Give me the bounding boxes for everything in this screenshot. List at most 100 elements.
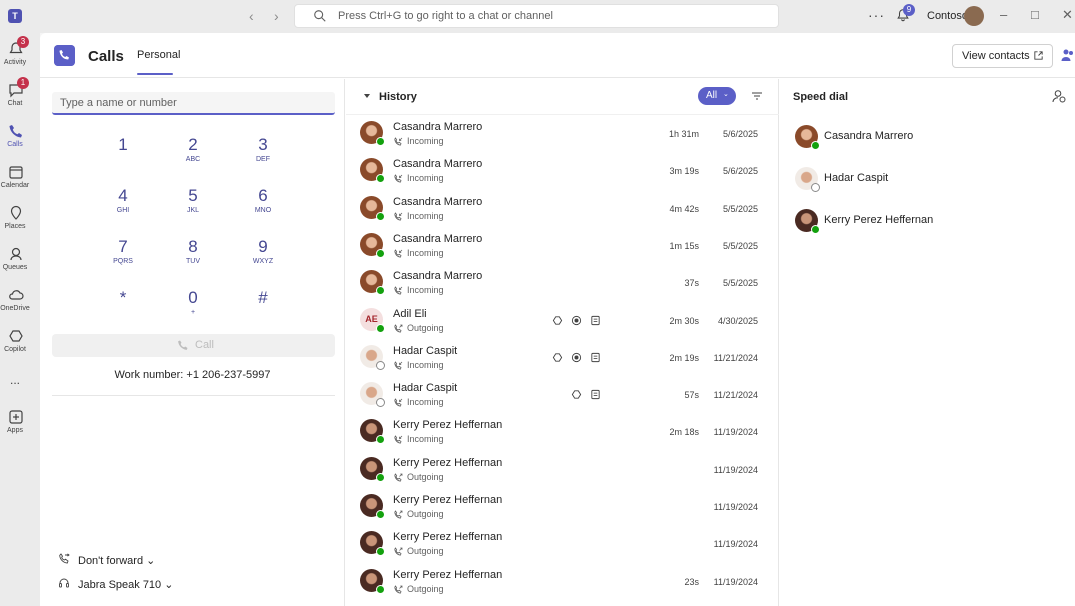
call-history-row[interactable]: Casandra Marrero Incoming 37s 5/5/2025 [346, 265, 779, 302]
call-history-row[interactable]: AE Adil Eli Outgoing 2m 30s 4/30/2025 [346, 303, 779, 340]
copilot-icon[interactable] [571, 389, 582, 400]
presence-available-icon [376, 547, 385, 557]
copilot-icon[interactable] [552, 315, 563, 326]
dial-key-6[interactable]: 6 MNO [233, 186, 293, 224]
rail-calendar[interactable]: Calendar [0, 164, 40, 204]
caller-name: Adil Eli [393, 307, 427, 320]
presence-available-icon [376, 510, 385, 519]
dial-key-2[interactable]: 2 ABC [163, 135, 223, 173]
incoming-call-icon [393, 211, 403, 221]
add-contact-icon[interactable] [1052, 89, 1066, 103]
rail-copilot[interactable]: Copilot [0, 328, 40, 368]
call-date: 5/6/2025 [722, 166, 758, 177]
key-digit: 0 [188, 288, 198, 307]
rail-label: Queues [2, 264, 28, 271]
transcript-icon[interactable] [590, 352, 601, 363]
call-history-row[interactable]: Casandra Marrero Incoming 3m 19s 5/6/2025 [346, 153, 779, 190]
speed-dial-title: Speed dial [793, 91, 849, 103]
transcript-icon[interactable] [590, 389, 601, 400]
call-history-row[interactable]: Hadar Caspit Incoming 2m 19s 11/21/2024 [346, 340, 779, 377]
filter-lines-icon[interactable] [751, 90, 763, 102]
call-button[interactable]: Call [52, 334, 335, 357]
speed-dial-name: Hadar Caspit [824, 172, 889, 184]
dial-key-5[interactable]: 5 JKL [163, 186, 223, 224]
dial-key-star[interactable]: * [93, 288, 153, 326]
copilot-icon [9, 330, 23, 342]
notification-badge: 9 [903, 4, 915, 16]
apps-icon [9, 410, 23, 424]
rail-label: Places [4, 223, 26, 230]
dial-key-3[interactable]: 3 DEF [233, 135, 293, 173]
recording-icon[interactable] [571, 352, 582, 363]
call-duration: 57s [684, 390, 699, 401]
user-avatar[interactable] [964, 6, 984, 26]
speed-dial-contact[interactable]: Kerry Perez Heffernan [780, 206, 1075, 242]
key-letters: PQRS [113, 258, 133, 265]
dial-key-8[interactable]: 8 TUV [163, 237, 223, 275]
call-forward-icon [59, 553, 70, 564]
call-history-row[interactable]: Kerry Perez Heffernan Outgoing 11/19/2024 [346, 452, 779, 489]
call-history-row[interactable]: Casandra Marrero Incoming 1m 15s 5/5/2025 [346, 228, 779, 265]
dial-key-1[interactable]: 1 [93, 135, 153, 173]
search-bar[interactable]: Press Ctrl+G to go right to a chat or ch… [294, 4, 779, 28]
caller-name: Kerry Perez Heffernan [393, 419, 503, 432]
dial-key-4[interactable]: 4 GHI [93, 186, 153, 224]
speed-dial-contact[interactable]: Hadar Caspit [780, 164, 1075, 200]
work-number: Work number: +1 206-237-5997 [114, 369, 271, 381]
call-history-row[interactable]: Kerry Perez Heffernan Outgoing 11/19/2024 [346, 489, 779, 526]
call-direction: Outgoing [407, 509, 444, 519]
app-rail: 3 Activity 1 Chat Calls Calendar Places … [0, 33, 40, 606]
rail-more[interactable]: ... [0, 373, 40, 413]
device-label: Jabra Speak 710 ⌄ [78, 579, 174, 591]
back-arrow-icon[interactable]: ‹ [249, 8, 254, 24]
presence-available-icon [811, 225, 820, 234]
speed-dial-contact[interactable]: Casandra Marrero [780, 122, 1075, 158]
org-name[interactable]: Contoso [927, 10, 968, 22]
rail-onedrive[interactable]: OneDrive [0, 287, 40, 327]
transcript-icon[interactable] [590, 315, 601, 326]
forward-value: Don't forward [78, 555, 144, 567]
dial-number-input[interactable] [52, 92, 335, 115]
caller-name: Casandra Marrero [393, 270, 483, 283]
call-history-row[interactable]: Hadar Caspit Incoming 57s 11/21/2024 [346, 377, 779, 414]
call-history-row[interactable]: Casandra Marrero Incoming 4m 42s 5/5/2025 [346, 191, 779, 228]
rail-queues[interactable]: Queues [0, 246, 40, 286]
rail-places[interactable]: Places [0, 205, 40, 245]
key-letters: MNO [254, 207, 272, 214]
dial-key-9[interactable]: 9 WXYZ [233, 237, 293, 275]
call-direction: Incoming [407, 397, 444, 408]
minimize-icon[interactable]: – [1000, 7, 1007, 22]
call-direction: Incoming [407, 210, 444, 221]
more-options-icon[interactable]: ··· [868, 7, 885, 23]
rail-calls[interactable]: Calls [0, 123, 40, 163]
copilot-icon[interactable] [552, 352, 563, 363]
recording-icon[interactable] [571, 315, 582, 326]
chat-badge: 1 [17, 77, 29, 89]
key-letters: GHI [116, 207, 130, 214]
call-button-label: Call [195, 339, 214, 351]
maximize-icon[interactable]: □ [1031, 7, 1039, 22]
rail-chat[interactable]: 1 Chat [0, 77, 40, 122]
dial-key-7[interactable]: 7 PQRS [93, 237, 153, 275]
rail-activity[interactable]: 3 Activity [0, 36, 40, 81]
presence-available-icon [376, 584, 385, 594]
dial-key-hash[interactable]: # [233, 288, 293, 326]
collapse-caret-icon[interactable] [363, 92, 371, 100]
dial-key-0[interactable]: 0 + [163, 288, 223, 326]
forward-arrow-icon[interactable]: › [274, 8, 279, 24]
view-contacts-button[interactable]: View contacts [952, 44, 1053, 68]
close-icon[interactable]: ✕ [1062, 7, 1073, 23]
tab-personal[interactable]: Personal [137, 49, 180, 61]
device-value: Jabra Speak 710 [78, 579, 162, 591]
people-icon[interactable] [1061, 48, 1075, 62]
call-history-row[interactable]: Kerry Perez Heffernan Incoming 2m 18s 11/19… [346, 414, 779, 451]
call-history-row[interactable]: Casandra Marrero Incoming 1h 31m 5/6/2025 [346, 116, 779, 153]
presence-available-icon [376, 248, 385, 258]
rail-apps[interactable]: Apps [0, 409, 40, 449]
call-history-row[interactable]: Kerry Perez Heffernan Outgoing 23s 11/19/20… [346, 564, 779, 601]
call-history-row[interactable]: Kerry Perez Heffernan Outgoing 11/19/2024 [346, 526, 779, 563]
call-duration: 2m 19s [669, 352, 699, 363]
dial-pad-panel: 1 2 ABC 3 DEF 4 GHI 5 JKL 6 MNO 7 PQRS 8 TUV 9 W… [40, 79, 345, 606]
history-filter-dropdown[interactable]: All ⌄ [698, 87, 736, 105]
key-digit: 7 [118, 237, 128, 256]
